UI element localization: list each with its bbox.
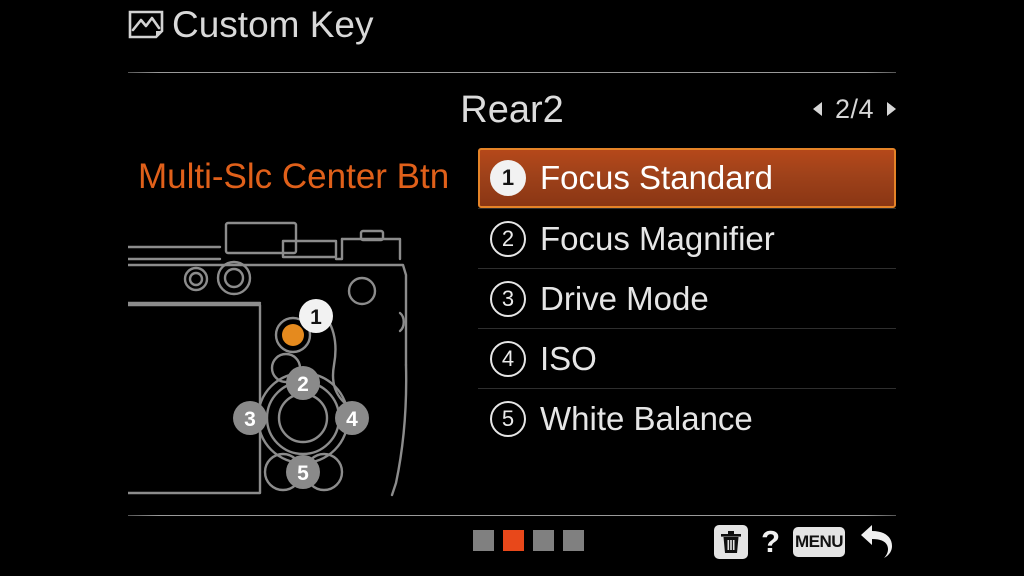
option-badge: 1 xyxy=(490,160,526,196)
page-dots xyxy=(473,530,584,551)
option-label: ISO xyxy=(540,339,597,377)
active-button-highlight xyxy=(282,324,304,346)
menu-button[interactable]: MENU xyxy=(793,527,845,557)
option-row-drive-mode[interactable]: 3 Drive Mode xyxy=(478,268,896,328)
page-indicator: 2/4 xyxy=(834,94,874,124)
trash-icon[interactable] xyxy=(714,525,749,559)
pager: 2/4 xyxy=(812,94,896,124)
photo-frame-icon xyxy=(128,10,166,40)
bar-actions: ? MENU xyxy=(714,524,896,560)
svg-text:2: 2 xyxy=(297,373,309,396)
page-dot-3[interactable] xyxy=(533,530,554,551)
back-arrow-icon[interactable] xyxy=(858,524,896,560)
page-dot-1[interactable] xyxy=(473,530,494,551)
help-icon[interactable]: ? xyxy=(761,525,780,559)
header: Custom Key xyxy=(128,6,374,43)
option-badge: 2 xyxy=(490,220,526,257)
page-title-header: Custom Key xyxy=(172,4,374,45)
camera-rear-illustration: 1 2 3 4 5 xyxy=(128,215,468,500)
footer-divider xyxy=(128,515,896,516)
svg-text:1: 1 xyxy=(310,306,322,329)
bottom-bar: ? MENU xyxy=(128,524,896,568)
page-dot-4[interactable] xyxy=(563,530,584,551)
option-row-iso[interactable]: 4 ISO xyxy=(478,328,896,388)
camera-menu-screen: Custom Key Rear2 2/4 Multi-Slc Center Bt… xyxy=(0,0,1024,576)
section-title: Rear2 xyxy=(460,89,564,131)
header-divider xyxy=(128,72,896,73)
option-row-focus-magnifier[interactable]: 2 Focus Magnifier xyxy=(478,208,896,268)
option-label: Drive Mode xyxy=(540,279,709,317)
option-row-focus-standard[interactable]: 1 Focus Standard xyxy=(478,148,896,208)
title-row: Rear2 2/4 xyxy=(128,88,896,134)
option-badge: 3 xyxy=(490,280,526,317)
svg-text:3: 3 xyxy=(244,408,256,431)
option-row-white-balance[interactable]: 5 White Balance xyxy=(478,388,896,448)
option-label: Focus Standard xyxy=(540,159,773,196)
svg-text:5: 5 xyxy=(297,462,309,485)
page-dot-2[interactable] xyxy=(503,530,524,551)
option-badge: 4 xyxy=(490,340,526,377)
assigned-control-label: Multi-Slc Center Btn xyxy=(138,157,450,196)
svg-text:4: 4 xyxy=(346,408,358,431)
option-badge: 5 xyxy=(490,400,526,437)
option-label: White Balance xyxy=(540,399,753,437)
option-label: Focus Magnifier xyxy=(540,219,775,257)
left-triangle-icon[interactable] xyxy=(812,102,822,116)
option-list: 1 Focus Standard 2 Focus Magnifier 3 Dri… xyxy=(478,148,896,448)
right-triangle-icon[interactable] xyxy=(887,102,896,116)
